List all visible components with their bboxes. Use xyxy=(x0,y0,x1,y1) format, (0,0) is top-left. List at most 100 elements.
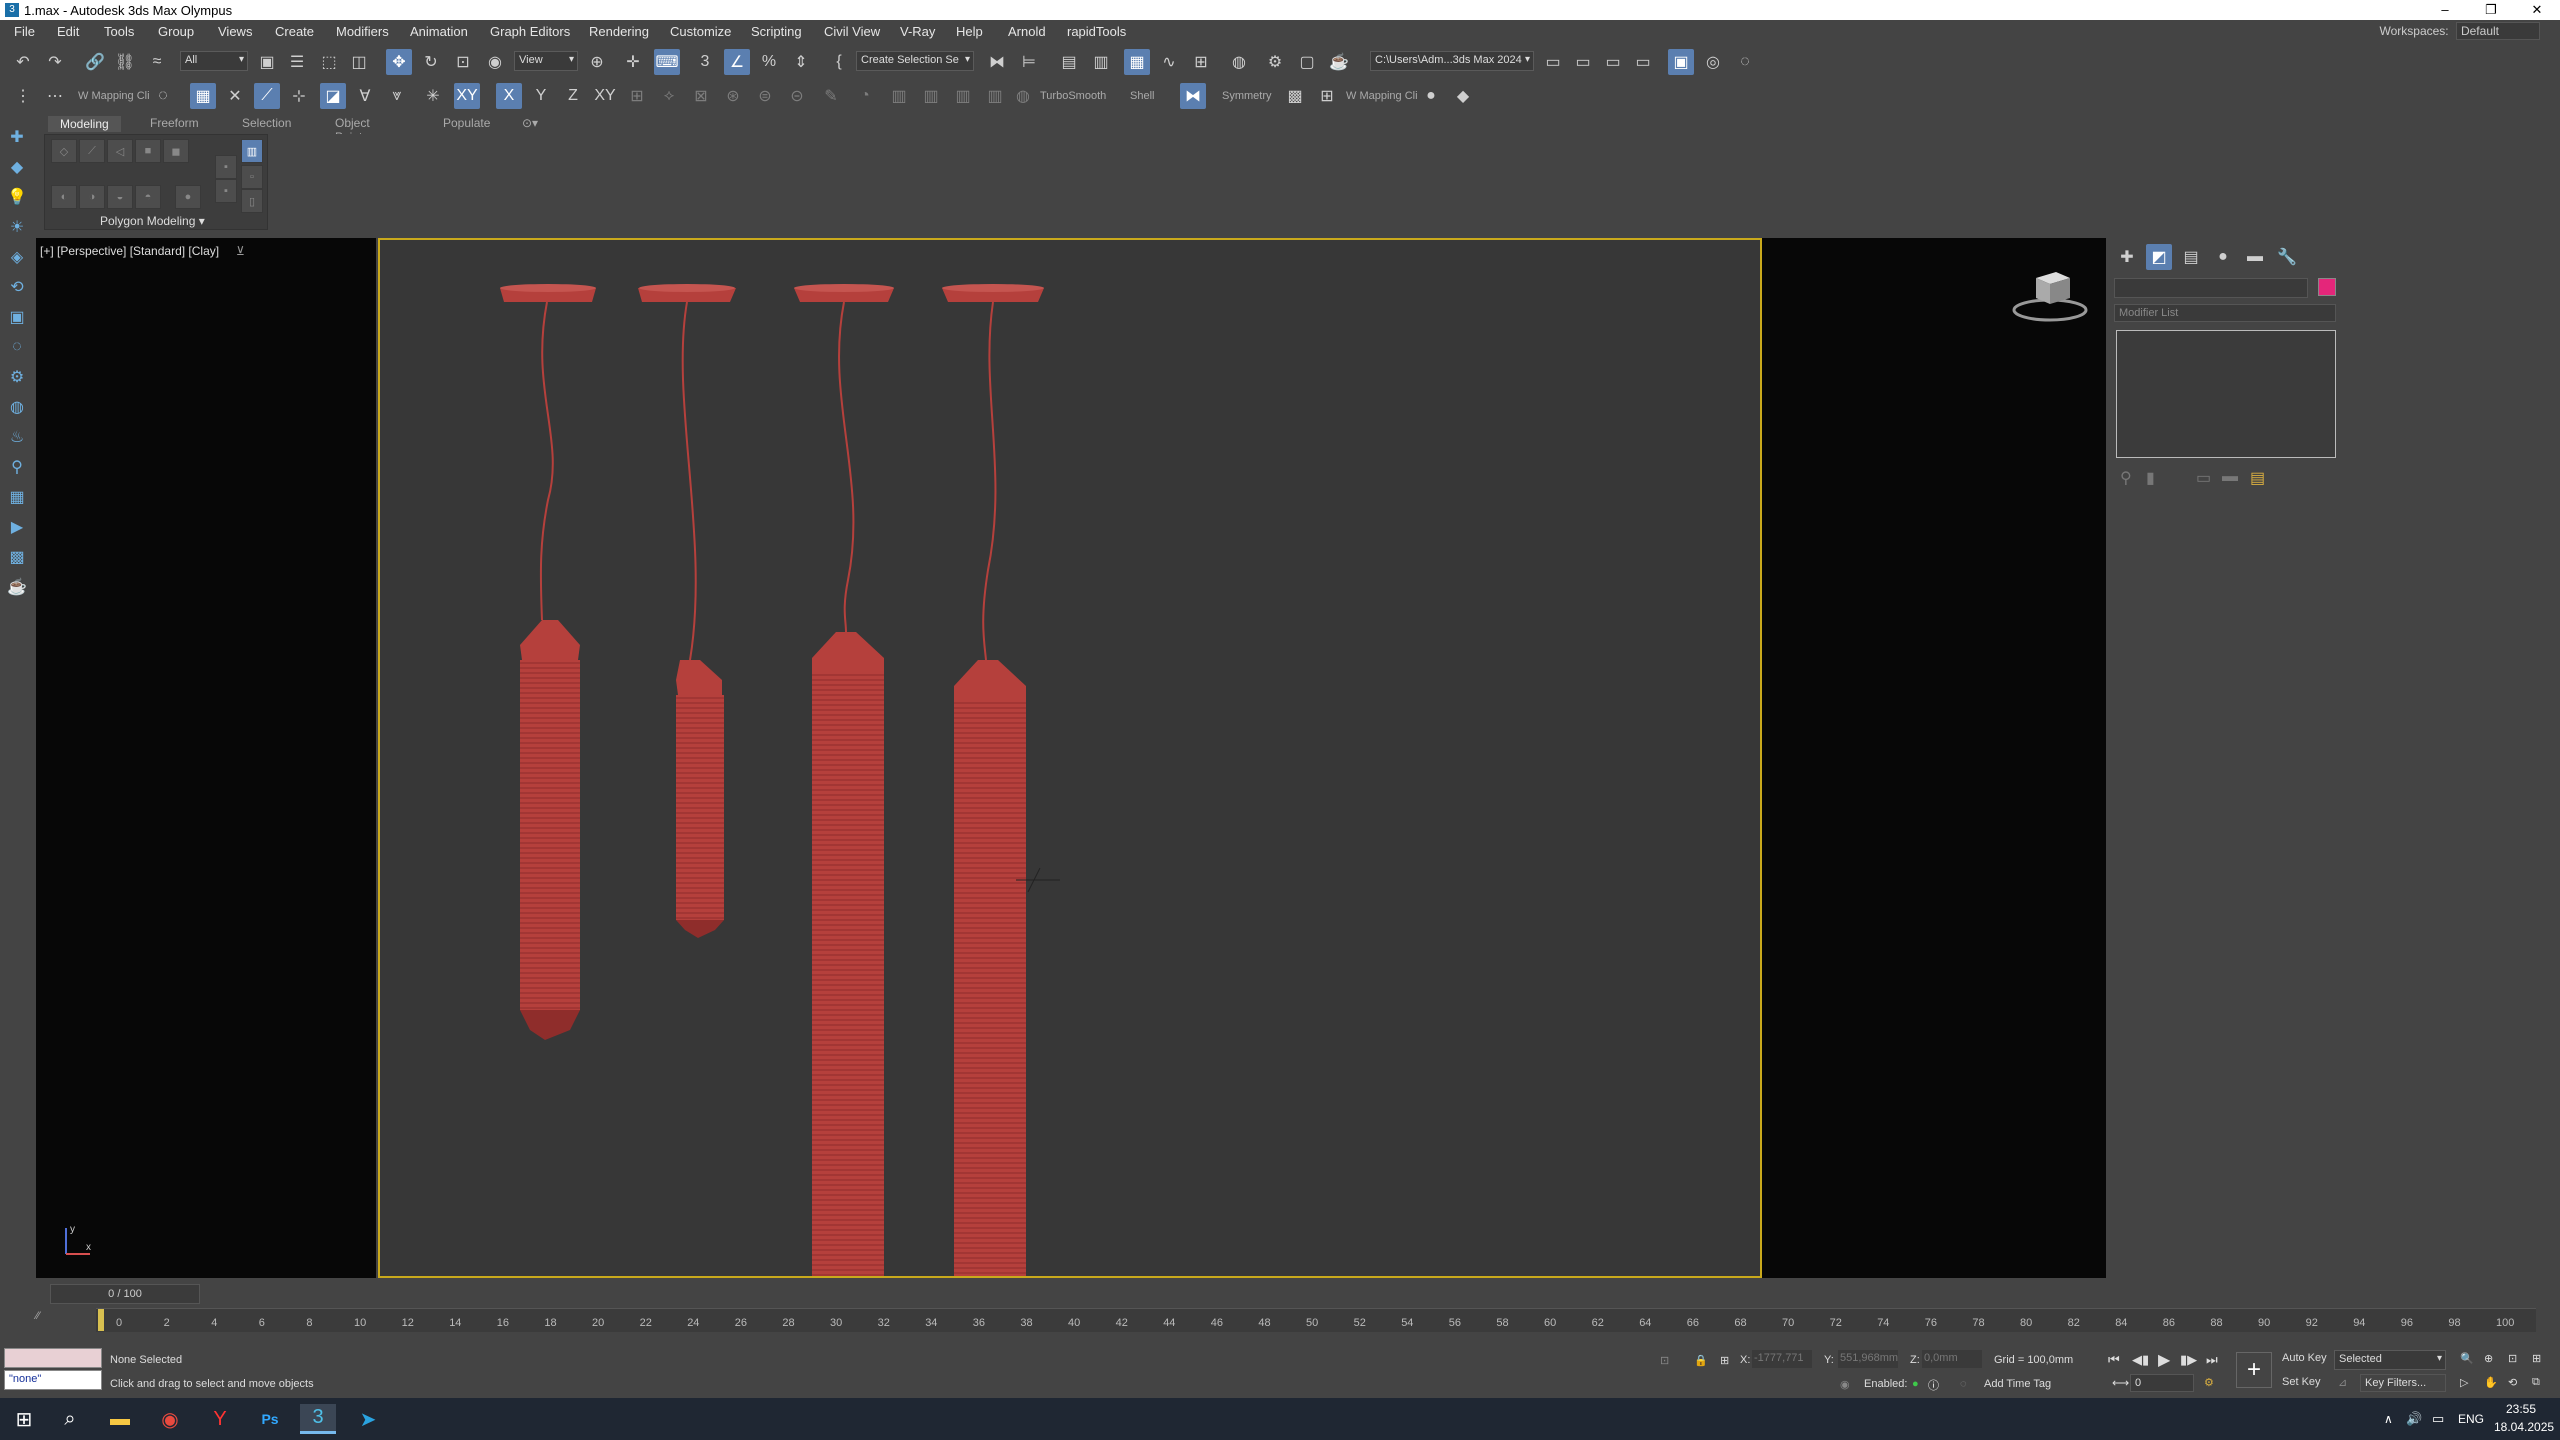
maximize-viewport-icon[interactable]: ⧉ xyxy=(2532,1376,2540,1389)
tool-icon-4[interactable]: ⊛ xyxy=(720,83,746,109)
y-coordinate-field[interactable]: 551,968mm xyxy=(1838,1350,1898,1368)
camera-icon[interactable]: ◈ xyxy=(4,244,30,270)
project-path-dropdown[interactable]: C:\Users\Adm...3ds Max 2024 xyxy=(1370,51,1534,71)
fov-icon[interactable]: ▷ xyxy=(2460,1376,2468,1389)
rect-selection-icon[interactable]: ⬚ xyxy=(316,49,342,75)
input-language[interactable]: ENG xyxy=(2458,1412,2484,1426)
selection-region-icon[interactable]: ◌ xyxy=(150,83,176,109)
mapping-clip-icon[interactable]: ⊞ xyxy=(1314,83,1340,109)
menu-animation[interactable]: Animation xyxy=(410,24,468,39)
select-by-name-icon[interactable]: ☰ xyxy=(284,49,310,75)
sphere-icon[interactable]: ● xyxy=(1418,83,1444,109)
play-icon[interactable]: ▶ xyxy=(2158,1350,2170,1370)
window-crossing-icon[interactable]: ◫ xyxy=(346,49,372,75)
menu-arnold[interactable]: Arnold xyxy=(1008,24,1046,39)
tool-icon-8[interactable]: ◔ xyxy=(852,83,878,109)
tool-icon-10[interactable]: ▥ xyxy=(918,83,944,109)
track-bar[interactable]: 0 2 4 6 8 10 12 14 16 18 20 22 24 26 28 30 32 34 36 38 40 42 4… xyxy=(96,1308,2536,1332)
clock-date[interactable]: 18.04.2025 xyxy=(2494,1420,2554,1434)
utilities-tab-icon[interactable]: 🔧 xyxy=(2274,244,2300,270)
pendant-lamp-1[interactable] xyxy=(500,284,596,1040)
select-manipulate-icon[interactable]: ✛ xyxy=(620,49,646,75)
unlink-icon[interactable]: ⛓ xyxy=(112,49,138,75)
snap-mid-icon[interactable]: ✳ xyxy=(420,83,446,109)
scene-icon[interactable]: ⚙ xyxy=(4,364,30,390)
axis-y-button[interactable]: Y xyxy=(528,83,554,109)
ribbon-btn-3[interactable]: ◁ xyxy=(107,139,133,163)
create-tab-icon[interactable]: ✚ xyxy=(2114,244,2140,270)
ribbon-btn-15[interactable]: ▯ xyxy=(241,189,263,213)
tool-icon-1[interactable]: ⊞ xyxy=(624,83,650,109)
time-config-icon[interactable]: ⚙ xyxy=(2204,1376,2214,1389)
menu-group[interactable]: Group xyxy=(158,24,194,39)
menu-views[interactable]: Views xyxy=(218,24,252,39)
show-end-result-icon[interactable]: ▮ xyxy=(2146,468,2155,488)
z-coordinate-field[interactable]: 0,0mm xyxy=(1922,1350,1982,1368)
file-explorer-icon[interactable]: ▬ xyxy=(102,1404,138,1434)
mapping-label-2[interactable]: W Mapping Cli xyxy=(1346,90,1418,102)
pin-stack-icon[interactable]: ⚲ xyxy=(2120,468,2132,488)
menu-vray[interactable]: V-Ray xyxy=(900,24,935,39)
key-mode-icon[interactable]: ⟷ xyxy=(2112,1376,2129,1390)
menu-file[interactable]: File xyxy=(14,24,35,39)
add-time-tag[interactable]: Add Time Tag xyxy=(1984,1378,2051,1390)
make-unique-icon[interactable]: ▭ xyxy=(2196,468,2211,488)
snap-grid-icon[interactable]: ▦ xyxy=(190,83,216,109)
clock-time[interactable]: 23:55 xyxy=(2506,1402,2536,1416)
ref-coord-dropdown[interactable]: View xyxy=(514,51,578,71)
mapping-icon[interactable]: ⋯ xyxy=(42,83,68,109)
toggle-ribbon-icon[interactable]: ▦ xyxy=(1124,49,1150,75)
tool-icon-6[interactable]: ⊝ xyxy=(784,83,810,109)
sun-icon[interactable]: ☀ xyxy=(4,214,30,240)
material-editor-icon[interactable]: ◍ xyxy=(1226,49,1252,75)
tool-icon-11[interactable]: ▥ xyxy=(950,83,976,109)
speaker-icon[interactable]: 🔊 xyxy=(2406,1411,2422,1427)
maxscript-listener-top[interactable] xyxy=(4,1348,102,1368)
tool-icon-3[interactable]: ⊠ xyxy=(688,83,714,109)
teapot-render-icon[interactable]: ☕ xyxy=(4,574,30,600)
place-icon[interactable]: ◉ xyxy=(482,49,508,75)
link-icon[interactable]: 🔗 xyxy=(82,49,108,75)
key-tangent-icon[interactable]: ⊿ xyxy=(2338,1376,2347,1389)
ribbon-btn-2[interactable]: ⟋ xyxy=(79,139,105,163)
menu-help[interactable]: Help xyxy=(956,24,983,39)
ribbon-btn-7[interactable]: ◑ xyxy=(79,185,105,209)
menu-rapidtools[interactable]: rapidTools xyxy=(1067,24,1126,39)
tab-freeform[interactable]: Freeform xyxy=(150,116,199,130)
edit-named-sets-icon[interactable]: { xyxy=(826,49,852,75)
proxy-icon[interactable]: ▩ xyxy=(4,544,30,570)
teapot-icon[interactable]: ♨ xyxy=(4,424,30,450)
x-coordinate-field[interactable]: -1777,771 xyxy=(1752,1350,1812,1368)
adaptive-degradation-icon[interactable]: ◉ xyxy=(1840,1378,1850,1391)
absolute-mode-icon[interactable]: ⊞ xyxy=(1720,1354,1729,1367)
snap-face-icon[interactable]: ◪ xyxy=(320,83,346,109)
photoshop-icon[interactable]: Ps xyxy=(252,1404,288,1434)
symmetry-label[interactable]: Symmetry xyxy=(1222,90,1272,102)
zoom-all-icon[interactable]: ⊕ xyxy=(2484,1352,2493,1365)
select-move-icon[interactable]: ✥ xyxy=(386,49,412,75)
time-tag-icon[interactable]: ◌ xyxy=(1960,1378,1967,1390)
zoom-extents-icon[interactable]: ⊡ xyxy=(2508,1352,2517,1365)
spinner-snap-icon[interactable]: ⇕ xyxy=(788,49,814,75)
tool-icon-9[interactable]: ▥ xyxy=(886,83,912,109)
selection-filter-dropdown[interactable]: All xyxy=(180,51,248,71)
menu-customize[interactable]: Customize xyxy=(670,24,731,39)
ribbon-btn-12[interactable]: ▪ xyxy=(215,179,237,203)
axis-x-button[interactable]: X xyxy=(496,83,522,109)
ribbon-btn-1[interactable]: ◇ xyxy=(51,139,77,163)
current-frame-field[interactable]: 0 xyxy=(2130,1374,2194,1392)
select-object-icon[interactable]: ▣ xyxy=(254,49,280,75)
ribbon-btn-13[interactable]: ▥ xyxy=(241,139,263,163)
menu-tools[interactable]: Tools xyxy=(104,24,134,39)
ribbon-options-icon[interactable]: ⊙▾ xyxy=(522,116,538,130)
set-key-big-icon[interactable]: + xyxy=(2236,1352,2272,1388)
maxscript-listener-input[interactable]: "none" xyxy=(4,1370,102,1390)
key-selection-dropdown[interactable]: Selected xyxy=(2334,1350,2446,1370)
time-cursor[interactable] xyxy=(98,1309,104,1331)
create-icon[interactable]: ✚ xyxy=(4,124,30,150)
keyboard-shortcut-override-icon[interactable]: ⌨ xyxy=(654,49,680,75)
turbosmooth-icon[interactable]: ◍ xyxy=(1010,83,1036,109)
snap-end-icon[interactable]: ⩔ xyxy=(384,83,410,109)
perspective-viewport[interactable] xyxy=(378,238,1762,1278)
motion-tab-icon[interactable]: ● xyxy=(2210,244,2236,270)
